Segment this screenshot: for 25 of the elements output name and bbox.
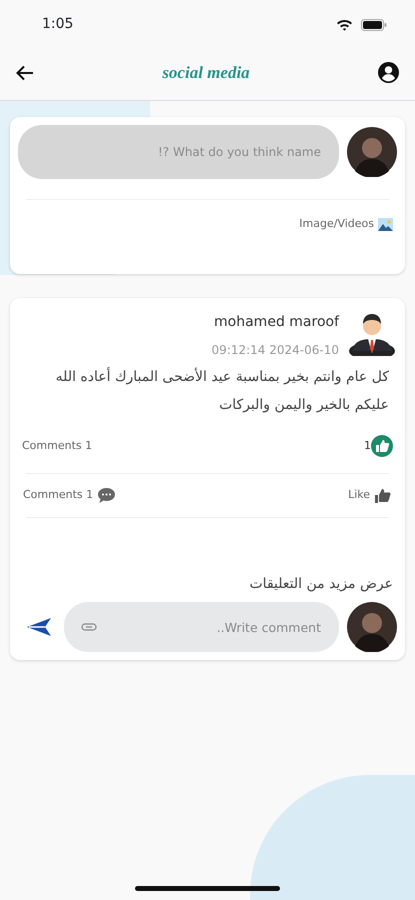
comment-button[interactable]: Comments 1 <box>22 486 118 505</box>
battery-icon <box>361 18 387 30</box>
author-name: mohamed maroof <box>213 313 339 332</box>
thumbs-up-icon <box>374 487 392 504</box>
comments-count: Comments 1 <box>22 438 92 454</box>
comment-input-field[interactable]: ..Write comment <box>64 602 339 652</box>
likes-count: 1 <box>364 438 371 454</box>
media-label[interactable]: Image/Videos <box>299 216 374 232</box>
post-timestamp: 09:12:14 2024-06-10 <box>212 342 339 359</box>
chat-bubble-icon <box>97 487 116 504</box>
view-more-comments-link[interactable]: عرض مزيد من التعليقات <box>250 570 393 598</box>
thumbs-up-icon <box>371 435 393 457</box>
image-icon[interactable] <box>378 218 393 231</box>
post-text: كل عام وانتم بخير بمناسبة عيد الأضحى المبارك أعاده الله عليكم بالخير واليمن والبركات <box>54 366 390 415</box>
avatar <box>347 602 397 652</box>
status-time: 1:05 <box>42 15 74 34</box>
wifi-icon <box>336 18 353 30</box>
send-icon[interactable] <box>26 617 52 637</box>
post-input-field[interactable]: !? What do you think name <box>18 125 339 179</box>
attachment-icon[interactable] <box>81 623 97 631</box>
avatar <box>347 127 397 177</box>
app-title: social media <box>162 62 250 84</box>
like-button[interactable]: Like <box>347 486 393 505</box>
back-icon[interactable] <box>16 64 34 80</box>
profile-icon[interactable] <box>378 62 399 83</box>
